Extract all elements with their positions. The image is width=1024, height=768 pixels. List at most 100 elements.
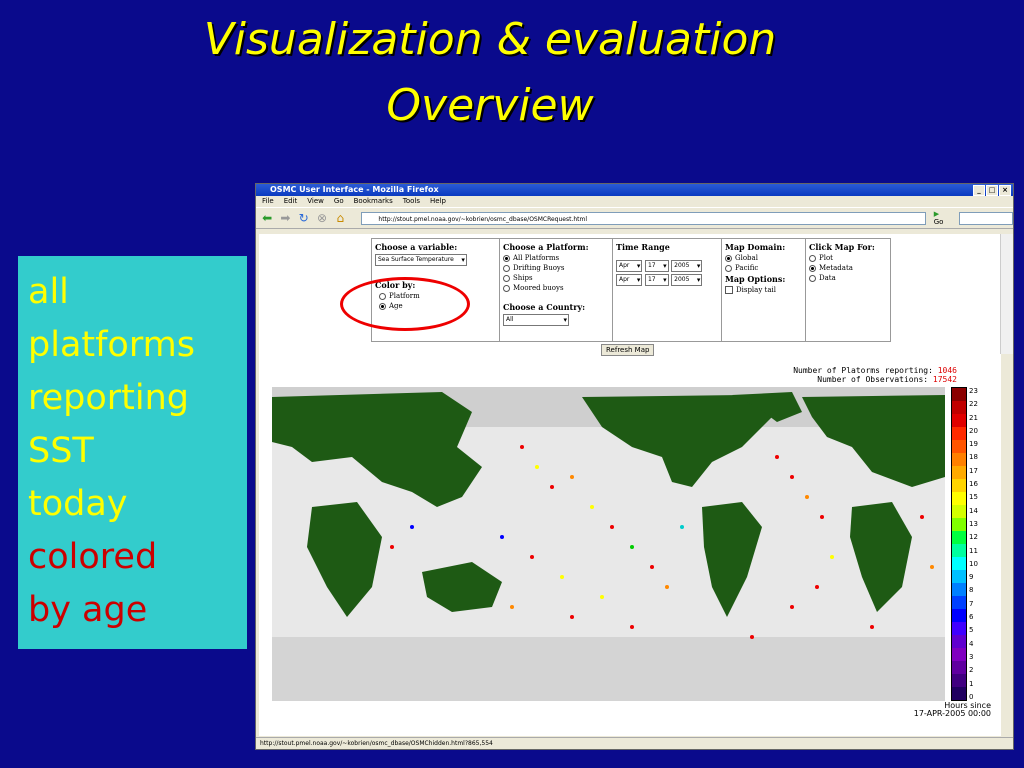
variable-select[interactable]: Sea Surface Temperature xyxy=(375,254,467,266)
window-titlebar: OSMC User Interface - Mozilla Firefox _ … xyxy=(256,184,1013,196)
legend-tick: 3 xyxy=(969,652,974,661)
platform-drifting-radio[interactable] xyxy=(503,264,510,272)
search-box[interactable] xyxy=(959,211,1013,225)
legend-tick: 10 xyxy=(969,559,978,568)
caption-line: platforms xyxy=(28,325,195,365)
end-year-select[interactable]: 2005 xyxy=(671,274,703,286)
stats-panel: Number of Platorms reporting: 1046 Numbe… xyxy=(793,366,957,384)
legend-tick: 1 xyxy=(969,679,974,688)
refresh-map-button[interactable]: Refresh Map xyxy=(601,344,655,356)
platform-all-radio[interactable] xyxy=(503,254,510,262)
legend-tick: 4 xyxy=(969,639,974,648)
legend-tick: 17 xyxy=(969,466,978,475)
time-cell: Time Range Apr 17 2005 Apr 17 2005 xyxy=(613,239,722,341)
menu-tools[interactable]: Tools xyxy=(403,196,420,207)
country-label: Choose a Country: xyxy=(503,302,586,312)
go-button[interactable]: ▶ Go xyxy=(934,210,949,226)
maximize-button[interactable]: □ xyxy=(986,185,998,196)
vertical-scrollbar[interactable] xyxy=(1000,234,1013,354)
end-month-select[interactable]: Apr xyxy=(616,274,643,286)
legend-tick: 6 xyxy=(969,613,974,622)
caption-line-red: colored xyxy=(28,537,158,577)
menu-file[interactable]: File xyxy=(262,196,274,207)
legend-tick: 19 xyxy=(969,440,978,449)
start-day-select[interactable]: 17 xyxy=(644,260,669,272)
stop-icon[interactable]: ⊗ xyxy=(315,211,329,225)
browser-window: OSMC User Interface - Mozilla Firefox _ … xyxy=(255,183,1014,750)
legend-tick: 23 xyxy=(969,387,978,395)
radio-label: Data xyxy=(819,274,836,282)
platform-ships-radio[interactable] xyxy=(503,274,510,282)
home-icon[interactable]: ⌂ xyxy=(333,211,347,225)
legend-tick: 2 xyxy=(969,666,974,675)
caption-line: all xyxy=(28,272,69,312)
radio-label: Metadata xyxy=(819,264,853,272)
platforms-label: Number of Platorms reporting: xyxy=(793,366,933,375)
legend-tick: 21 xyxy=(969,413,978,422)
radio-label: Pacific xyxy=(735,264,759,272)
forward-arrow-icon[interactable]: ➡ xyxy=(278,211,292,225)
side-caption-box: all platforms reporting SST today colore… xyxy=(18,256,247,649)
back-arrow-icon[interactable]: ⬅ xyxy=(260,211,274,225)
map-svg xyxy=(272,387,945,701)
legend-tick: 18 xyxy=(969,453,978,462)
reload-icon[interactable]: ↻ xyxy=(297,211,311,225)
legend-tick: 15 xyxy=(969,493,978,502)
status-bar: http://stout.pmel.noaa.gov/~kobrien/osmc… xyxy=(256,737,1013,749)
close-button[interactable]: × xyxy=(999,185,1011,196)
platform-label: Choose a Platform: xyxy=(503,242,589,252)
color-legend xyxy=(951,387,967,701)
legend-tick: 16 xyxy=(969,480,978,489)
menu-bar: File Edit View Go Bookmarks Tools Help xyxy=(256,196,1013,207)
legend-tick: 5 xyxy=(969,626,974,635)
menu-view[interactable]: View xyxy=(307,196,324,207)
domain-pacific-radio[interactable] xyxy=(725,264,732,272)
menu-help[interactable]: Help xyxy=(430,196,446,207)
caption-line: SST xyxy=(28,431,94,471)
caption-line: reporting xyxy=(28,378,190,418)
domain-global-radio[interactable] xyxy=(725,254,732,262)
go-arrow-icon: ▶ xyxy=(933,210,940,218)
menu-edit[interactable]: Edit xyxy=(284,196,298,207)
click-plot-radio[interactable] xyxy=(809,254,816,262)
legend-tick: 20 xyxy=(969,426,978,435)
platforms-value: 1046 xyxy=(937,366,957,375)
radio-label: Ships xyxy=(513,274,533,282)
options-label: Map Options: xyxy=(725,274,786,284)
time-label: Time Range xyxy=(616,242,670,252)
legend-tick: 9 xyxy=(969,573,974,582)
domain-cell: Map Domain: Global Pacific Map Options: … xyxy=(722,239,806,341)
caption-line-red: by age xyxy=(28,590,148,630)
legend-tick: 22 xyxy=(969,400,978,409)
radio-label: Moored buoys xyxy=(513,284,564,292)
start-year-select[interactable]: 2005 xyxy=(671,260,703,272)
click-data-radio[interactable] xyxy=(809,274,816,282)
go-label: Go xyxy=(933,218,944,226)
caption-line: today xyxy=(28,484,128,524)
hours-since-caption: Hours since 17-APR-2005 00:00 xyxy=(914,702,991,718)
checkbox-label: Display tail xyxy=(736,286,776,294)
minimize-button[interactable]: _ xyxy=(973,185,985,196)
obs-value: 17542 xyxy=(932,375,957,384)
slide-title-line1: Visualization & evaluation xyxy=(203,14,777,65)
legend-tick: 14 xyxy=(969,506,978,515)
legend-tick: 8 xyxy=(969,586,974,595)
click-metadata-radio[interactable] xyxy=(809,264,816,272)
menu-bookmarks[interactable]: Bookmarks xyxy=(354,196,393,207)
display-tail-checkbox[interactable] xyxy=(725,286,733,294)
end-day-select[interactable]: 17 xyxy=(644,274,669,286)
menu-go[interactable]: Go xyxy=(334,196,344,207)
radio-label: All Platforms xyxy=(513,254,560,262)
start-month-select[interactable]: Apr xyxy=(616,260,643,272)
window-title: OSMC User Interface - Mozilla Firefox xyxy=(270,185,439,194)
legend-ticks: 23 22 21 20 19 18 17 16 15 14 13 12 11 1… xyxy=(969,387,978,701)
click-cell: Click Map For: Plot Metadata Data xyxy=(806,239,890,341)
world-map[interactable] xyxy=(272,387,945,701)
platform-moored-radio[interactable] xyxy=(503,284,510,292)
radio-label: Global xyxy=(735,254,758,262)
domain-label: Map Domain: xyxy=(725,242,786,252)
country-select[interactable]: All xyxy=(503,314,569,326)
click-label: Click Map For: xyxy=(809,242,875,252)
url-bar[interactable]: http://stout.pmel.noaa.gov/~kobrien/osmc… xyxy=(361,211,926,225)
legend-tick: 11 xyxy=(969,546,978,555)
